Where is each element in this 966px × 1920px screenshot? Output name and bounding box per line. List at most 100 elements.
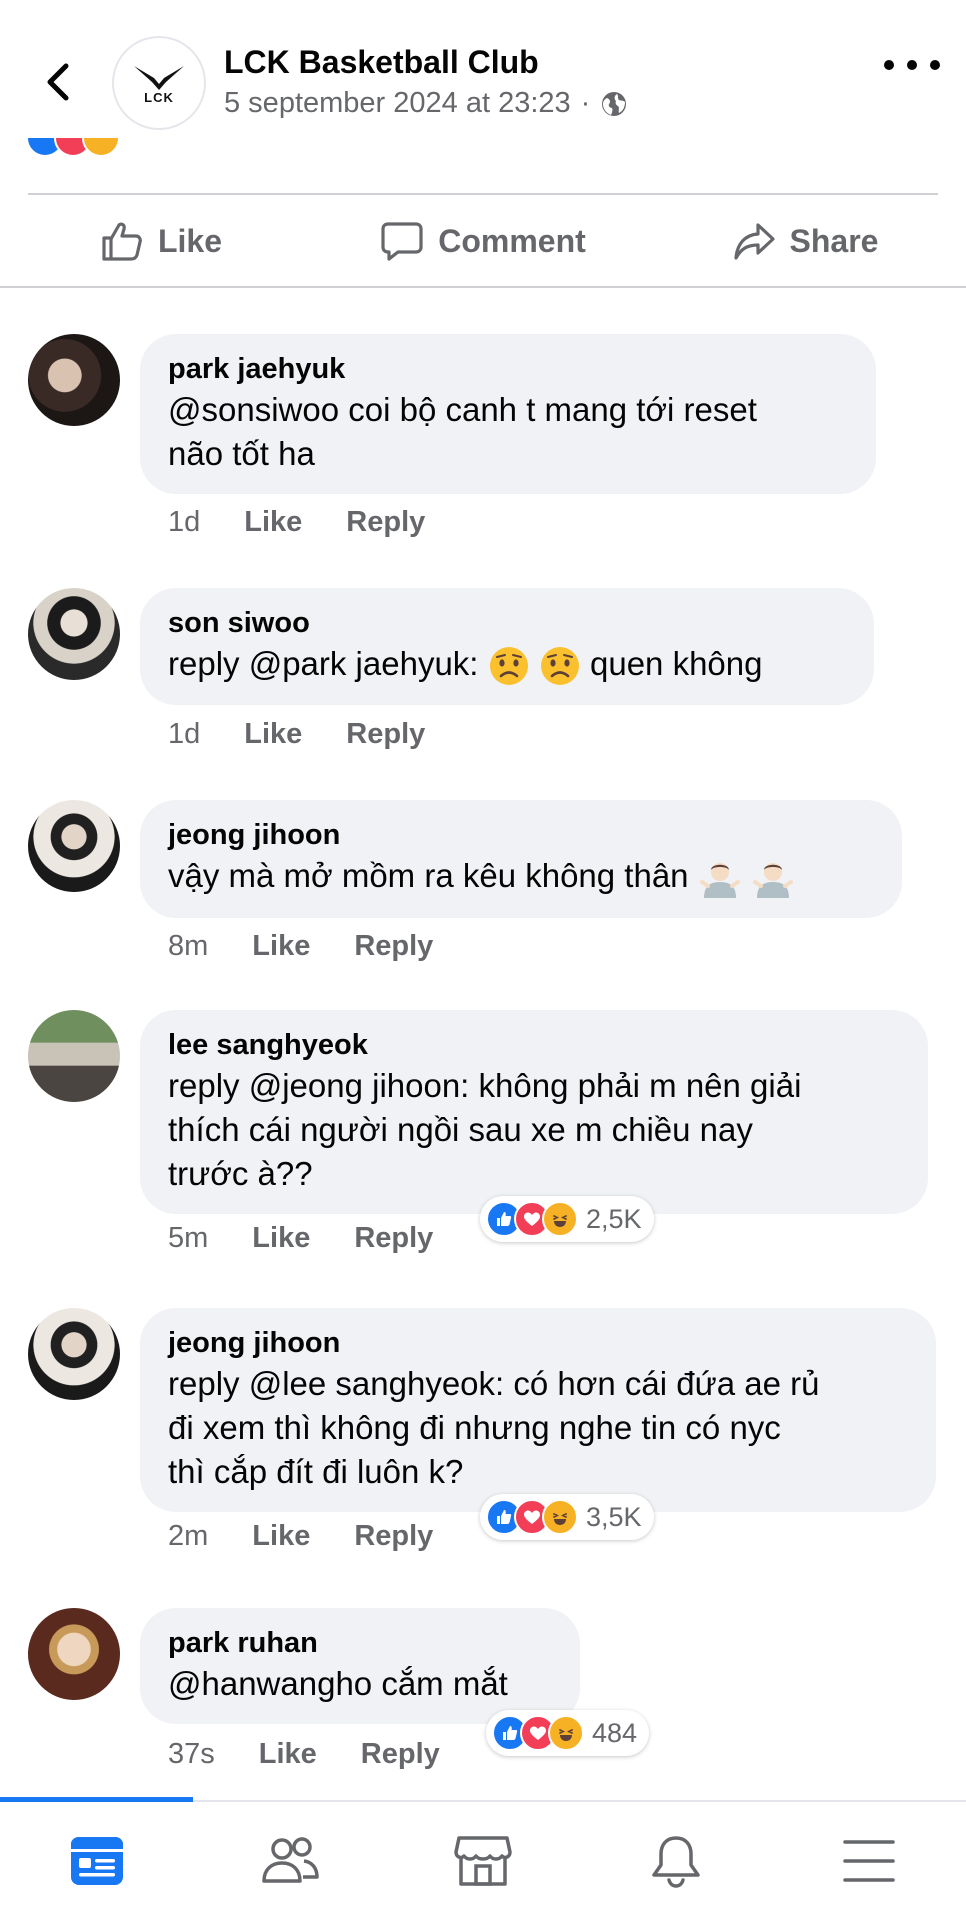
nav-notifications[interactable]: [580, 1802, 773, 1920]
comment-button[interactable]: Comment: [322, 200, 644, 282]
divider: [0, 286, 966, 288]
comment-bubble: park jaehyuk @sonsiwoo coi bộ canh t man…: [140, 334, 876, 494]
share-button[interactable]: Share: [644, 200, 966, 282]
like-button[interactable]: Like: [0, 200, 322, 282]
post-timestamp[interactable]: 5 september 2024 at 23:23: [224, 87, 571, 120]
comment-time: 2m: [168, 1520, 209, 1552]
comment-actions: 5m Like Reply: [168, 1222, 433, 1255]
post-actions-bar: Like Comment Share: [0, 200, 966, 282]
bottom-navigation: [0, 1802, 966, 1920]
logo-text: LCK: [144, 89, 174, 105]
avatar[interactable]: [28, 800, 120, 892]
comment-bubble: jeong jihoon reply @lee sanghyeok: có hơ…: [140, 1308, 936, 1512]
comment-reply-button[interactable]: Reply: [346, 718, 425, 751]
avatar[interactable]: [28, 1308, 120, 1400]
comment-like-button[interactable]: Like: [244, 718, 302, 751]
comment-actions: 1d Like Reply: [168, 506, 425, 539]
comment-text-line: @sonsiwoo coi bộ canh t mang tới reset: [168, 391, 757, 428]
commenter-name[interactable]: son siwoo: [168, 604, 846, 642]
page-name[interactable]: LCK Basketball Club: [224, 44, 539, 81]
reaction-count: 2,5K: [586, 1203, 642, 1234]
haha-reaction-icon: [82, 138, 120, 157]
comment-text-after: quen không: [590, 645, 763, 682]
comment-text-line: reply @lee sanghyeok: có hơn cái đứa ae …: [168, 1365, 820, 1402]
avatar[interactable]: [28, 588, 120, 680]
commenter-name[interactable]: park ruhan: [168, 1624, 552, 1662]
comment-text-before: reply @park jaehyuk:: [168, 645, 479, 682]
comment-like-button[interactable]: Like: [252, 930, 310, 963]
comment-like-button[interactable]: Like: [252, 1222, 310, 1255]
notifications-icon: [652, 1836, 700, 1888]
comment-reply-button[interactable]: Reply: [354, 1222, 433, 1255]
comment-actions: 37s Like Reply: [168, 1738, 440, 1771]
comment-bubble: son siwoo reply @park jaehyuk: quen khôn…: [140, 588, 874, 706]
chevron-left-icon: [47, 63, 69, 101]
comment-text: @hanwangho cắm mắt: [168, 1665, 508, 1702]
back-button[interactable]: [38, 60, 78, 104]
comment-text: reply @park jaehyuk: quen không: [168, 642, 846, 687]
avatar[interactable]: [28, 1608, 120, 1700]
nav-menu[interactable]: [773, 1802, 966, 1920]
like-label: Like: [157, 222, 223, 259]
globe-icon: [602, 91, 627, 116]
commenter-name[interactable]: jeong jihoon: [168, 816, 874, 854]
comment-text-line: reply @jeong jihoon: không phải m nên gi…: [168, 1067, 802, 1104]
share-arrow-icon: [733, 223, 775, 260]
reaction-count: 484: [592, 1717, 638, 1748]
friends-icon: [262, 1837, 319, 1883]
feed-icon: [70, 1837, 123, 1885]
person-shrugging-emoji: [699, 863, 740, 899]
comment-reply-button[interactable]: Reply: [346, 506, 425, 539]
nav-feed[interactable]: [0, 1802, 193, 1920]
nav-marketplace[interactable]: [386, 1802, 579, 1920]
thumbs-up-icon: [102, 222, 142, 261]
post-meta: 5 september 2024 at 23:23 ·: [224, 87, 628, 120]
page-avatar[interactable]: LCK: [112, 36, 206, 130]
comment-like-button[interactable]: Like: [252, 1520, 310, 1553]
comment-text-line: thích cái người ngồi sau xe m chiều nay: [168, 1111, 753, 1148]
worried-face-emoji: [540, 647, 579, 686]
comment-actions: 2m Like Reply: [168, 1520, 433, 1553]
comment-time: 1d: [168, 718, 201, 750]
avatar[interactable]: [28, 1010, 120, 1102]
comment-reactions[interactable]: 2,5K: [480, 1196, 654, 1242]
comment-time: 5m: [168, 1222, 209, 1254]
comment-bubble: lee sanghyeok reply @jeong jihoon: không…: [140, 1010, 928, 1214]
divider: [28, 193, 938, 195]
comment-time: 1d: [168, 506, 201, 538]
comment-like-button[interactable]: Like: [259, 1738, 317, 1771]
comment-reactions[interactable]: 484: [486, 1710, 650, 1756]
comment-text-line: trước à??: [168, 1155, 313, 1192]
person-shrugging-emoji: [752, 863, 793, 899]
commenter-name[interactable]: jeong jihoon: [168, 1324, 908, 1362]
comment-time: 8m: [168, 930, 209, 962]
commenter-name[interactable]: park jaehyuk: [168, 350, 848, 388]
avatar[interactable]: [28, 334, 120, 426]
lck-logo-icon: [134, 65, 184, 90]
more-dot: [930, 60, 940, 70]
comment-text-line: thì cắp đít đi luôn k?: [168, 1453, 464, 1490]
comment-bubble-icon: [381, 222, 423, 261]
comment-text-line: não tốt ha: [168, 435, 315, 472]
comment-reply-button[interactable]: Reply: [354, 1520, 433, 1553]
commenter-name[interactable]: lee sanghyeok: [168, 1026, 900, 1064]
marketplace-icon: [454, 1836, 512, 1886]
comment-like-button[interactable]: Like: [244, 506, 302, 539]
comment-reply-button[interactable]: Reply: [361, 1738, 440, 1771]
reaction-count: 3,5K: [586, 1501, 642, 1532]
meta-separator: ·: [580, 87, 591, 119]
menu-icon: [843, 1840, 896, 1882]
comment-text-body: vậy mà mở mồm ra kêu không thân: [168, 857, 689, 894]
worried-face-emoji: [489, 647, 528, 686]
reaction-summary-partial: [0, 138, 966, 158]
comment-label: Comment: [438, 222, 586, 259]
share-label: Share: [789, 222, 879, 259]
nav-friends[interactable]: [193, 1802, 386, 1920]
haha-reaction-icon: [548, 1715, 584, 1751]
comment-reply-button[interactable]: Reply: [354, 930, 433, 963]
comment-text: vậy mà mở mồm ra kêu không thân: [168, 854, 874, 900]
comment-reactions[interactable]: 3,5K: [480, 1494, 654, 1540]
comment-actions: 1d Like Reply: [168, 718, 425, 751]
more-dot: [907, 60, 917, 70]
more-options-button[interactable]: [884, 50, 940, 80]
